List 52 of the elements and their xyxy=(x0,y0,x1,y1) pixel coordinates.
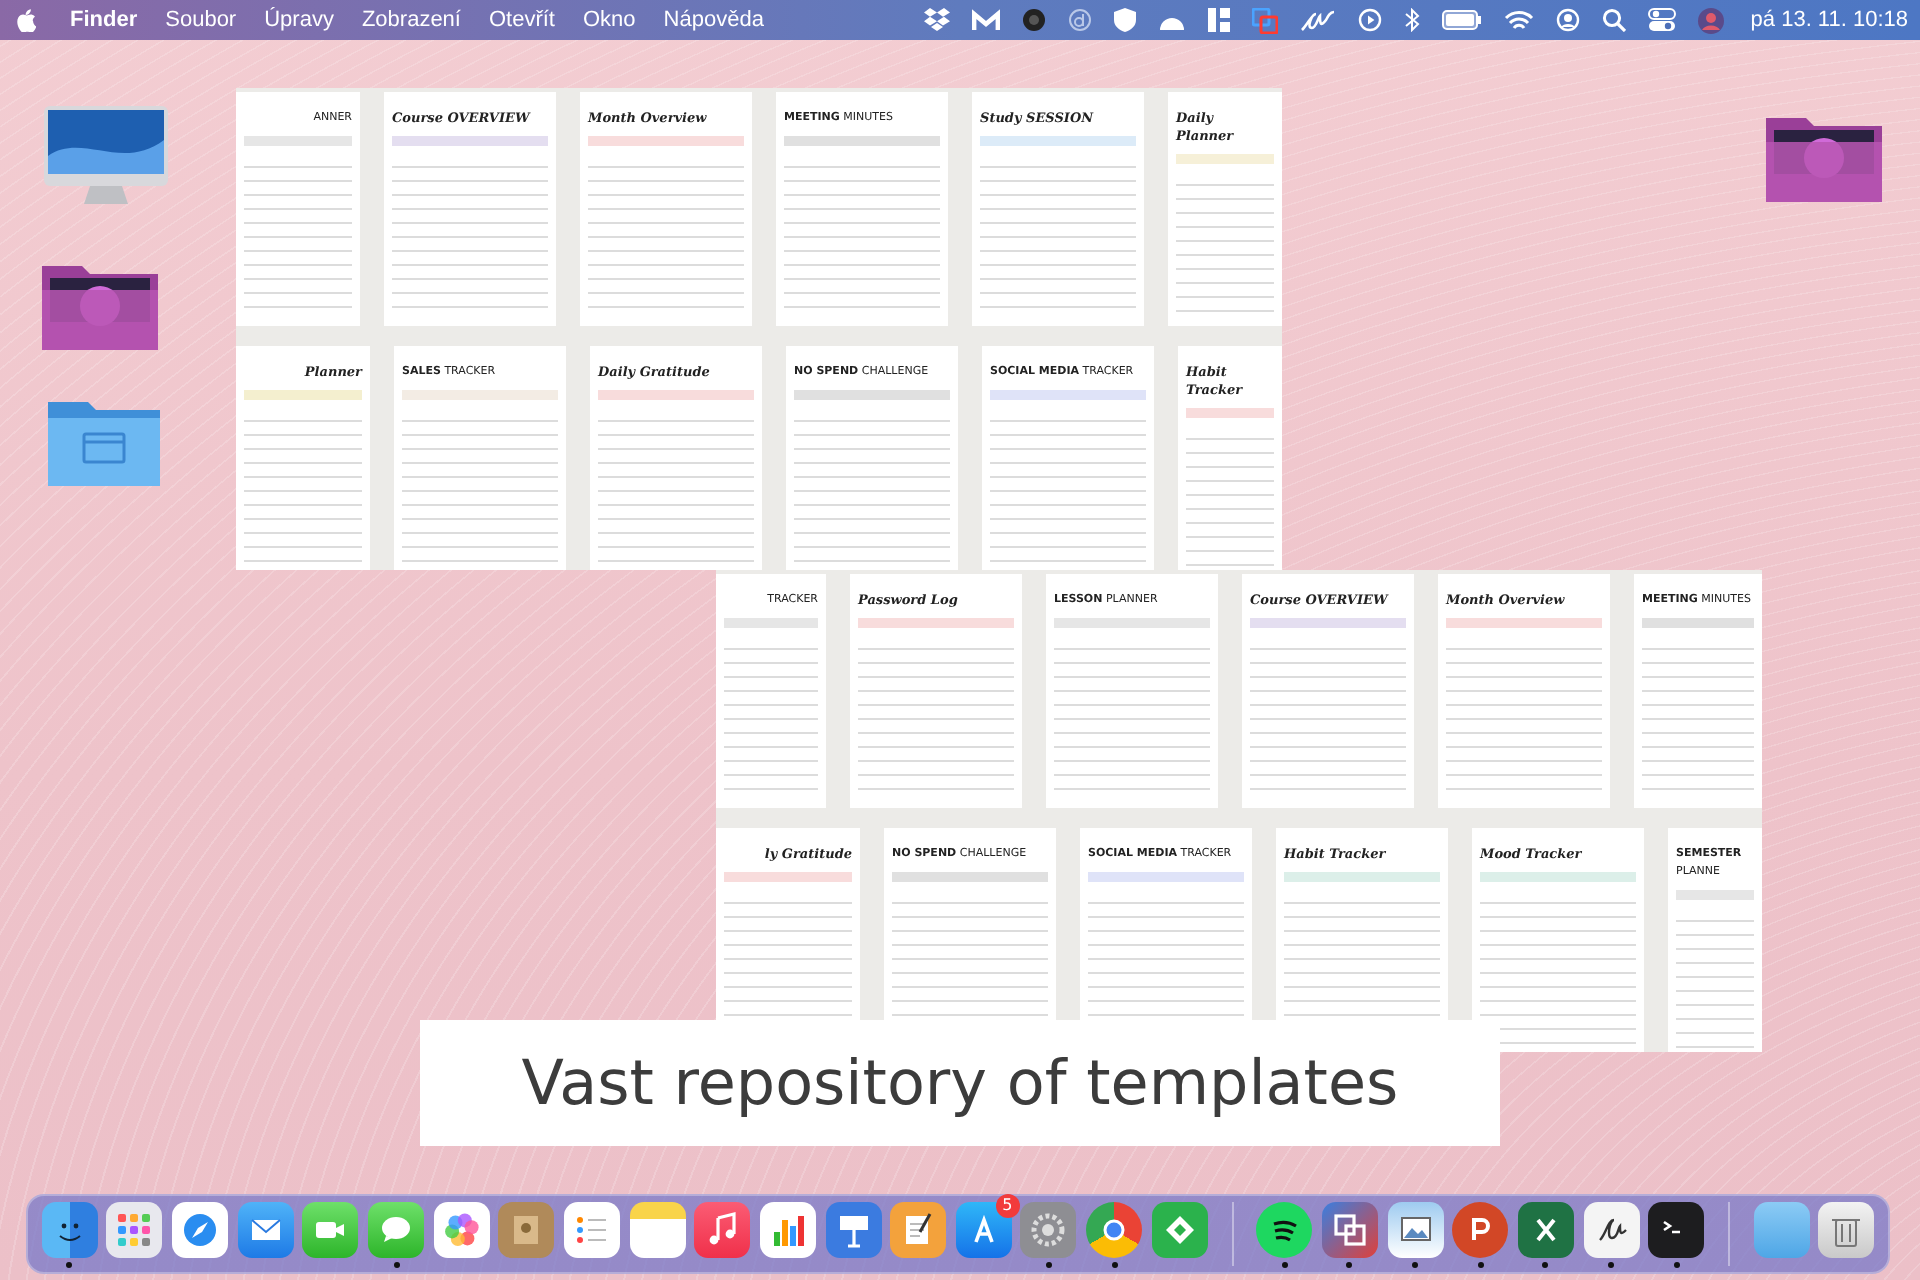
menu-item[interactable]: Úpravy xyxy=(250,0,348,40)
letter-p-icon[interactable] xyxy=(1452,1201,1509,1257)
blocks-icon[interactable] xyxy=(1208,8,1231,32)
imac-icon[interactable] xyxy=(42,104,170,208)
letter-x-icon[interactable] xyxy=(1517,1201,1574,1257)
leaf-icon[interactable] xyxy=(1151,1201,1208,1257)
search-icon[interactable] xyxy=(1602,8,1627,32)
trash-can-icon[interactable] xyxy=(1818,1201,1875,1257)
menu-item[interactable]: Nápověda xyxy=(649,0,778,40)
bar-chart-icon[interactable] xyxy=(759,1201,816,1257)
face-tile-icon[interactable] xyxy=(41,1201,98,1257)
flower-icon[interactable] xyxy=(433,1201,490,1257)
checklist-icon[interactable] xyxy=(563,1201,620,1257)
gear-icon[interactable] xyxy=(1020,1201,1077,1257)
menu-item[interactable]: Soubor xyxy=(151,0,251,40)
letter-a-icon[interactable] xyxy=(955,1201,1012,1257)
overlapping-squares-icon[interactable] xyxy=(1321,1201,1378,1257)
speech-bubble-icon[interactable] xyxy=(368,1201,425,1257)
avatar-icon[interactable] xyxy=(1698,7,1725,33)
camera-icon[interactable] xyxy=(302,1201,359,1257)
apple-logo-icon[interactable] xyxy=(16,8,36,32)
sound-waves-icon[interactable] xyxy=(1256,1201,1313,1257)
circle-logo-icon[interactable] xyxy=(1086,1201,1143,1257)
m-icon[interactable] xyxy=(972,8,1001,32)
signature-icon[interactable] xyxy=(1583,1201,1639,1257)
terminal-icon[interactable] xyxy=(1648,1201,1705,1257)
lectern-icon[interactable] xyxy=(825,1201,881,1257)
user-circle-icon[interactable] xyxy=(1556,8,1581,32)
envelope-icon[interactable] xyxy=(237,1201,294,1257)
grid-tile-icon[interactable] xyxy=(106,1201,163,1257)
battery-icon[interactable] xyxy=(1442,10,1483,30)
caption-text: Vast repository of templates xyxy=(521,1047,1399,1119)
menu-item[interactable]: Okno xyxy=(569,0,650,40)
menu-bar-clock[interactable]: pá 13. 11. 10:18 xyxy=(1750,8,1908,32)
bluetooth-icon[interactable] xyxy=(1404,8,1421,32)
address-book-icon[interactable] xyxy=(498,1201,555,1257)
compass-icon[interactable] xyxy=(172,1201,229,1257)
music-note-icon[interactable] xyxy=(694,1201,751,1257)
pen-paper-icon[interactable] xyxy=(890,1201,947,1257)
photo-viewer-icon[interactable] xyxy=(1387,1201,1444,1257)
play-circle-icon[interactable] xyxy=(1358,8,1383,32)
menu-item[interactable]: Finder xyxy=(56,0,152,40)
menu-item[interactable]: Zobrazení xyxy=(347,0,475,40)
toggles-icon[interactable] xyxy=(1648,8,1677,32)
boxes-icon[interactable] xyxy=(924,8,951,32)
shield-icon[interactable] xyxy=(1114,8,1137,32)
menu-item[interactable]: Otevřít xyxy=(474,0,569,40)
notification-badge: 5 xyxy=(995,1194,1020,1218)
notepad-icon[interactable] xyxy=(629,1201,686,1257)
wifi-icon[interactable] xyxy=(1504,9,1535,31)
dark-circle-icon[interactable] xyxy=(1022,8,1047,32)
letter-d-circle-icon[interactable] xyxy=(1068,8,1093,32)
